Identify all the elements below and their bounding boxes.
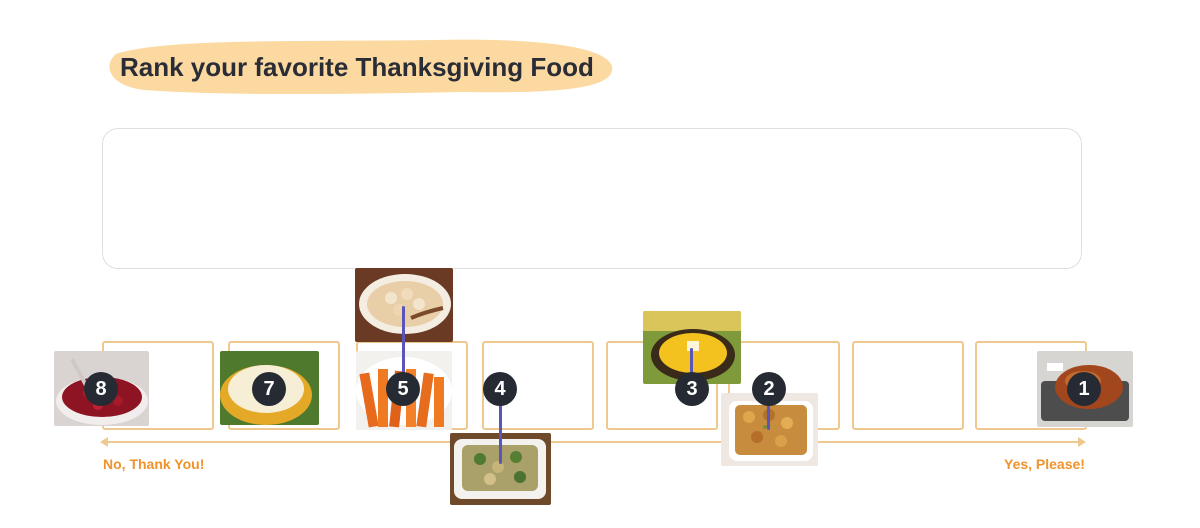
rank-badge-4[interactable]: 4: [483, 372, 517, 406]
scale-label-left: No, Thank You!: [103, 456, 205, 472]
scale-arrow-left-icon: [100, 437, 108, 447]
title-area: Rank your favorite Thanksgiving Food: [104, 36, 616, 98]
page-title: Rank your favorite Thanksgiving Food: [120, 52, 594, 82]
rank-badge-2[interactable]: 2: [752, 372, 786, 406]
scale-axis: [104, 441, 1082, 443]
scale-arrow-right-icon: [1078, 437, 1086, 447]
drag-stem-4: [499, 402, 502, 464]
rank-badge-7[interactable]: 7: [252, 372, 286, 406]
drop-zone[interactable]: [102, 128, 1082, 269]
rank-badge-3[interactable]: 3: [675, 372, 709, 406]
rank-slot-7[interactable]: [852, 341, 964, 430]
scale-label-right: Yes, Please!: [1004, 456, 1085, 472]
rank-badge-8[interactable]: 8: [84, 372, 118, 406]
rank-badge-5[interactable]: 5: [386, 372, 420, 406]
rank-badge-1[interactable]: 1: [1067, 372, 1101, 406]
